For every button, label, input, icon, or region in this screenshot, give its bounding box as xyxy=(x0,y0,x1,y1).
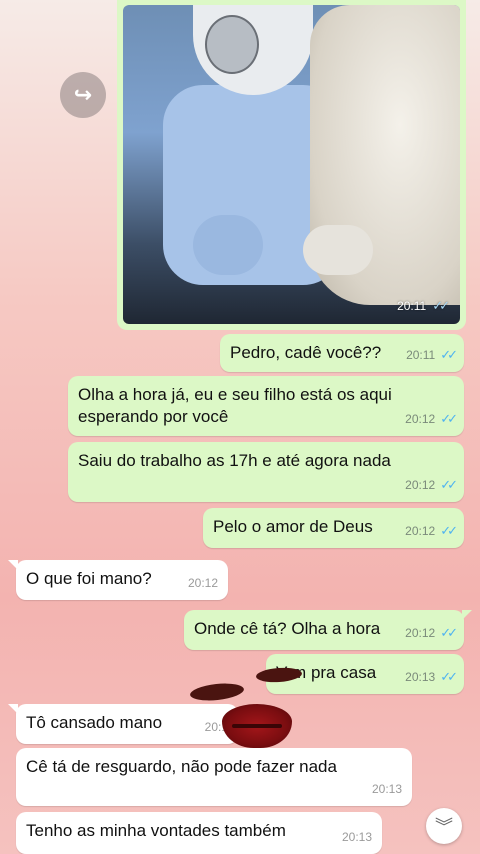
read-ticks-icon: ✓✓ xyxy=(440,411,458,426)
message-text: Cê tá de resguardo, não pode fazer nada xyxy=(26,757,337,776)
message-time: 20:12 xyxy=(405,478,436,492)
message-text-line: Olha a hora já, eu e seu filho está os a… xyxy=(78,385,392,404)
read-ticks-icon: ✓✓ xyxy=(440,477,458,492)
message-bubble-incoming[interactable]: Cê tá de resguardo, não pode fazer nada … xyxy=(16,748,412,806)
message-meta: 20:12 ✓✓ xyxy=(405,520,458,542)
message-time: 20:12 xyxy=(405,626,436,640)
bubble-tail xyxy=(8,704,18,714)
lips-sticker xyxy=(222,704,292,748)
message-bubble-incoming[interactable]: O que foi mano? 20:12 xyxy=(8,560,228,600)
forward-icon: ↪ xyxy=(73,82,93,107)
photo-message-meta: 20:11 ✓✓ xyxy=(397,298,450,314)
message-meta: 20:12 ✓✓ xyxy=(405,408,458,430)
message-time: 20:11 xyxy=(406,348,436,362)
read-ticks-icon: ✓✓ xyxy=(440,523,458,538)
forward-button[interactable]: ↪ xyxy=(60,72,106,118)
read-ticks-icon: ✓✓ xyxy=(440,625,458,640)
photo-detail xyxy=(303,225,373,275)
message-bubble-incoming[interactable]: Tenho as minha vontades também 20:13 xyxy=(16,812,382,854)
read-ticks-icon: ✓✓ xyxy=(440,347,458,362)
message-bubble-outgoing[interactable]: Pelo o amor de Deus 20:12 ✓✓ xyxy=(203,508,464,548)
read-ticks-icon: ✓✓ xyxy=(440,669,458,684)
baby-photo[interactable]: 20:11 ✓✓ xyxy=(123,5,460,324)
message-text: Pedro, cadê você?? xyxy=(230,343,382,362)
scroll-to-bottom-button[interactable]: ︾ xyxy=(426,808,462,844)
message-text: Saiu do trabalho as 17h e até agora nada xyxy=(78,451,391,470)
message-time: 20:12 xyxy=(405,412,436,426)
double-chevron-down-icon: ︾ xyxy=(435,817,453,837)
message-time: 20:12 xyxy=(187,576,218,590)
bubble-tail xyxy=(462,610,472,620)
message-meta: 20:12 ✓✓ xyxy=(405,622,458,644)
message-meta: 20:12 xyxy=(188,572,218,594)
message-meta: 20:13 xyxy=(342,826,372,848)
message-time: 20:13 xyxy=(341,830,372,844)
sticker-brow xyxy=(189,681,245,703)
message-bubble-outgoing[interactable]: Pedro, cadê você?? 20:11 ✓✓ xyxy=(220,334,464,372)
message-meta: 20:13 ✓✓ xyxy=(405,666,458,688)
photo-message[interactable]: 20:11 ✓✓ xyxy=(117,0,466,330)
message-text-line: esperando por você xyxy=(78,407,229,426)
bubble-tail xyxy=(8,560,18,570)
message-bubble-outgoing[interactable]: Onde cê tá? Olha a hora 20:12 ✓✓ xyxy=(184,610,472,650)
message-time: 20:11 xyxy=(397,299,427,313)
read-ticks-icon: ✓✓ xyxy=(432,298,450,313)
photo-detail xyxy=(205,15,259,74)
message-bubble-incoming[interactable]: Tô cansado mano 20:1 xyxy=(8,704,238,744)
message-text: Tenho as minha vontades também xyxy=(26,821,286,840)
message-time: 20:12 xyxy=(405,524,436,538)
photo-detail xyxy=(193,215,263,275)
message-bubble-outgoing[interactable]: Saiu do trabalho as 17h e até agora nada… xyxy=(68,442,464,502)
message-bubble-outgoing[interactable]: Olha a hora já, eu e seu filho está os a… xyxy=(68,376,464,436)
message-meta: 20:12 ✓✓ xyxy=(405,474,458,496)
message-meta: 20:11 ✓✓ xyxy=(406,344,458,366)
message-time: 20:13 xyxy=(371,782,402,796)
message-text: O que foi mano? xyxy=(26,569,152,588)
message-text: Pelo o amor de Deus xyxy=(213,517,373,536)
message-text: Tô cansado mano xyxy=(26,713,163,732)
message-meta: 20:13 xyxy=(372,778,402,800)
message-time: 20:13 xyxy=(405,670,436,684)
message-text: Onde cê tá? Olha a hora xyxy=(194,619,381,638)
